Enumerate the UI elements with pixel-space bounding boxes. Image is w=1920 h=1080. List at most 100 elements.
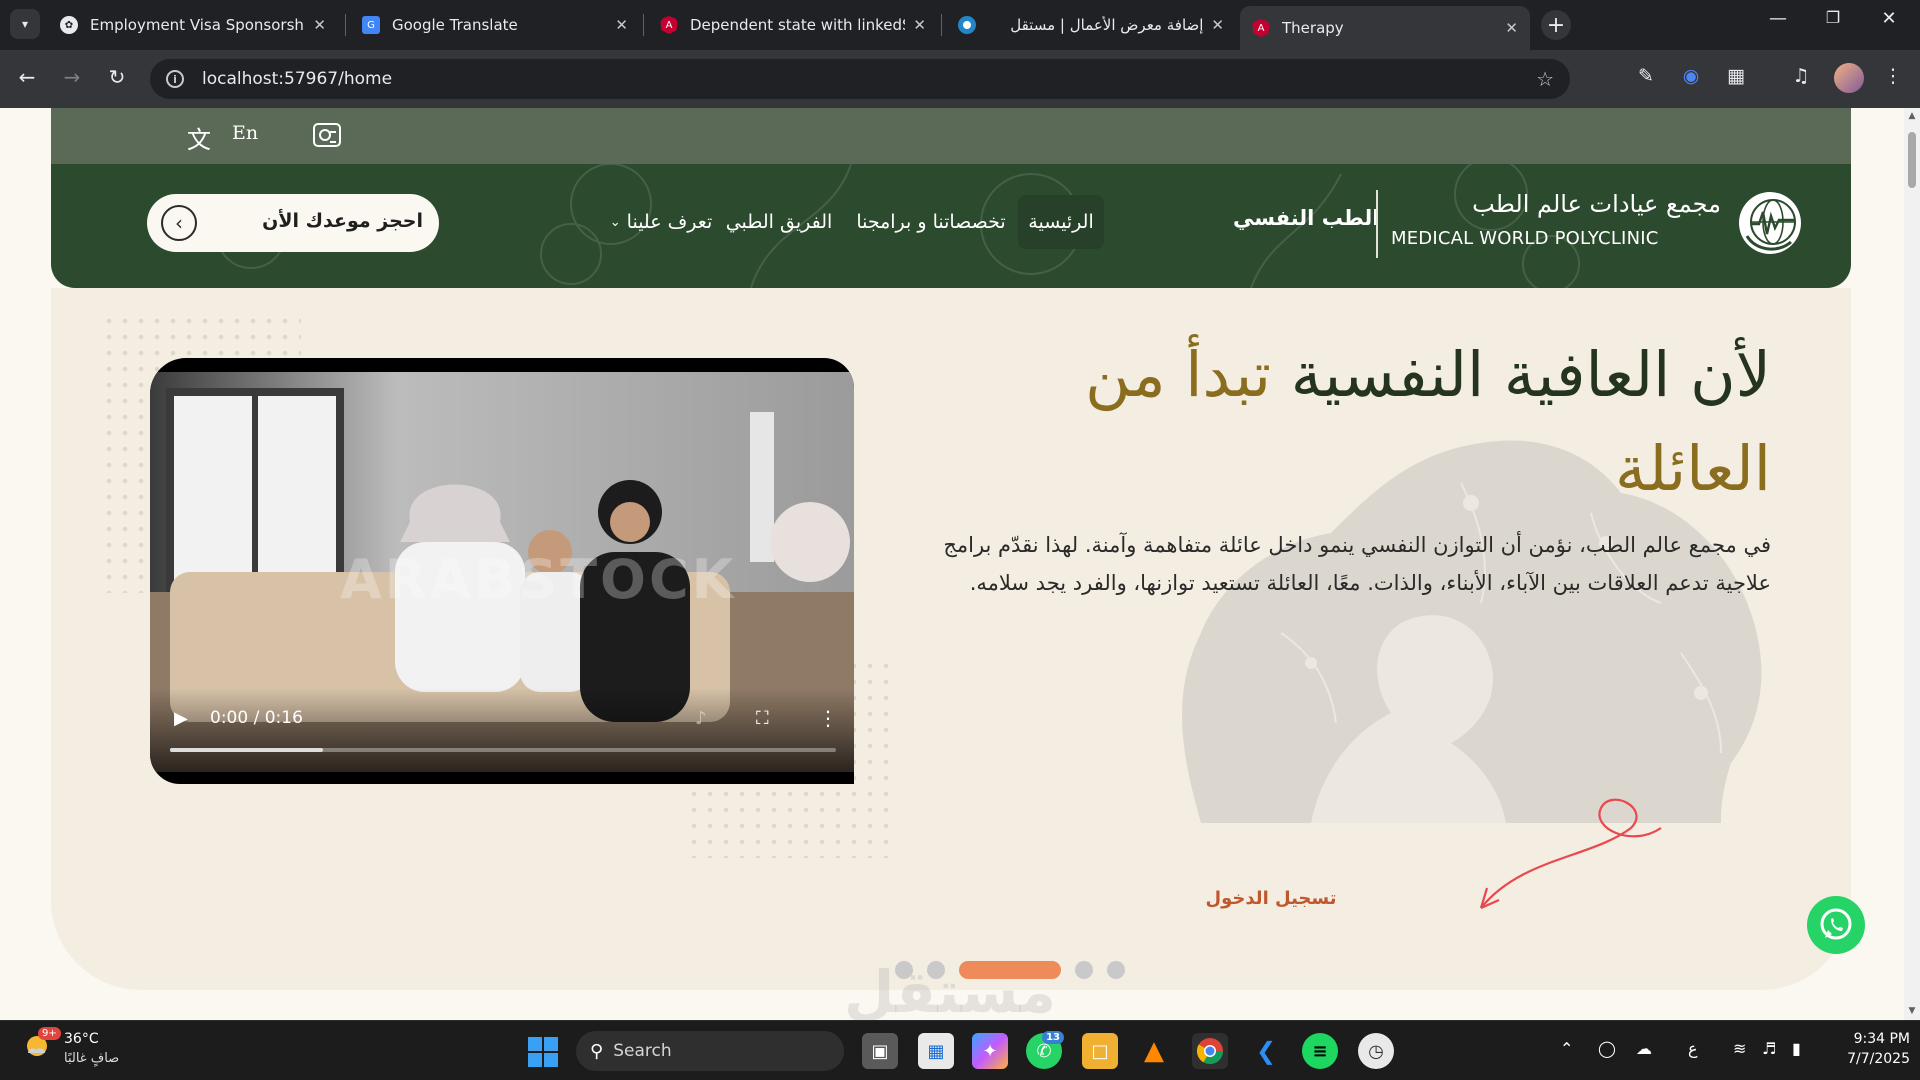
- extensions-puzzle-icon[interactable]: ▦: [1721, 65, 1751, 87]
- battery-icon[interactable]: ▮: [1792, 1039, 1801, 1058]
- vlc-icon[interactable]: ▲: [1136, 1033, 1172, 1069]
- weather-description[interactable]: صافٍ غالبًا: [64, 1051, 119, 1066]
- close-icon[interactable]: ✕: [1211, 16, 1224, 34]
- video-controls: ▶ 0:00 / 0:16 ♪ ⛶ ⋮: [150, 688, 854, 772]
- taskbar-search-box[interactable]: ⚲ Search: [576, 1031, 844, 1071]
- google-translate-icon: G: [362, 16, 380, 34]
- profile-avatar[interactable]: [1834, 63, 1864, 93]
- new-tab-button[interactable]: +: [1541, 10, 1571, 40]
- tab-title: Therapy: [1282, 19, 1344, 37]
- chevron-down-icon: ⌄: [609, 214, 621, 230]
- tab-mostaql[interactable]: إضافة معرض الأعمال | مستقل ✕: [946, 6, 1236, 44]
- site-info-icon[interactable]: i: [166, 70, 184, 88]
- onedrive-icon[interactable]: ☁: [1636, 1039, 1652, 1058]
- copilot-icon[interactable]: ✦: [972, 1033, 1008, 1069]
- media-controls-icon[interactable]: ♫: [1786, 65, 1816, 87]
- close-icon[interactable]: ✕: [1505, 19, 1518, 37]
- weather-alert-badge: 9+: [38, 1027, 61, 1040]
- tab-title: Employment Visa Sponsorship: [90, 16, 306, 34]
- close-icon[interactable]: ✕: [313, 16, 326, 34]
- stock-watermark: ARABSTOCK: [340, 548, 737, 611]
- bookmark-star-icon[interactable]: ☆: [1536, 67, 1554, 91]
- tray-chevron-up-icon[interactable]: ⌃: [1560, 1039, 1573, 1058]
- wifi-icon[interactable]: ≋: [1733, 1039, 1746, 1058]
- page-scrollbar[interactable]: ▲ ▼: [1904, 108, 1920, 1020]
- nav-home-active[interactable]: الرئيسية: [1018, 195, 1104, 249]
- chrome-logo: [1196, 1038, 1224, 1065]
- browser-tab-bar: ▾ ✿ Employment Visa Sponsorship ✕ G Goog…: [0, 0, 1920, 50]
- tab-title: إضافة معرض الأعمال | مستقل: [1010, 16, 1204, 34]
- video-seek-bar[interactable]: [170, 748, 836, 752]
- tab-employment-visa[interactable]: ✿ Employment Visa Sponsorship ✕: [48, 6, 338, 44]
- fullscreen-icon[interactable]: ⛶: [756, 708, 769, 729]
- brand-name-arabic: مجمع عيادات عالم الطب: [1472, 190, 1721, 218]
- tab-dependent-state[interactable]: A Dependent state with linkedSig ✕: [648, 6, 938, 44]
- vscode-icon[interactable]: ❮: [1248, 1033, 1284, 1069]
- nav-specialties[interactable]: تخصصاتنا و برامجنا: [846, 195, 1016, 249]
- openai-icon: ✿: [60, 16, 78, 34]
- close-icon[interactable]: ✕: [913, 16, 926, 34]
- back-arrow-icon[interactable]: ←: [12, 65, 42, 89]
- kebab-menu-icon[interactable]: ⋮: [818, 706, 838, 730]
- close-icon[interactable]: ✕: [615, 16, 628, 34]
- top-utility-bar: 文 En: [51, 108, 1851, 164]
- whatsapp-chat-button[interactable]: [1807, 896, 1865, 954]
- reload-icon[interactable]: ↻: [102, 65, 132, 89]
- mostaql-icon: [958, 16, 976, 34]
- address-url[interactable]: localhost:57967/home: [202, 69, 392, 89]
- windows-taskbar: 9+ 36°C صافٍ غالبًا ⚲ Search ▣ ▦ ✦ ✆ 13 □…: [0, 1020, 1920, 1080]
- scroll-down-arrow-icon[interactable]: ▼: [1907, 1006, 1917, 1016]
- angular-icon: A: [1252, 19, 1270, 37]
- tab-title: Dependent state with linkedSig: [690, 16, 906, 34]
- eyedropper-extension-icon[interactable]: ✎: [1631, 65, 1661, 87]
- video-time: 0:00 / 0:16: [210, 708, 303, 728]
- volume-icon[interactable]: ♪: [695, 708, 707, 729]
- nav-medical-team[interactable]: الفريق الطبي: [714, 195, 844, 249]
- brand-globe-logo-icon[interactable]: [1737, 190, 1803, 256]
- hero-video-player[interactable]: ARABSTOCK ▶ 0:00 / 0:16 ♪ ⛶ ⋮: [150, 358, 854, 784]
- input-language-indicator[interactable]: ع: [1688, 1039, 1698, 1058]
- taskbar-date[interactable]: 7/7/2025: [1834, 1051, 1910, 1067]
- hero-title-main: لأن العافية النفسية: [1290, 338, 1771, 411]
- tab-google-translate[interactable]: G Google Translate ✕: [350, 6, 640, 44]
- contact-card-icon[interactable]: [313, 123, 341, 147]
- language-toggle[interactable]: En: [232, 122, 258, 144]
- curved-arrow-decoration: [1479, 798, 1662, 910]
- file-explorer-icon[interactable]: □: [1082, 1033, 1118, 1069]
- translate-icon[interactable]: 文: [187, 120, 211, 155]
- whatsapp-app-icon[interactable]: ✆ 13: [1026, 1031, 1064, 1069]
- windows-start-icon[interactable]: [528, 1037, 558, 1067]
- login-link[interactable]: تسجيل الدخول: [1171, 888, 1371, 909]
- scroll-thumb[interactable]: [1908, 132, 1916, 188]
- spotify-icon[interactable]: ≡: [1302, 1033, 1338, 1069]
- extension-circle-icon[interactable]: ◉: [1676, 65, 1706, 87]
- window-close-icon[interactable]: ✕: [1869, 8, 1909, 29]
- hero-section: ARABSTOCK ▶ 0:00 / 0:16 ♪ ⛶ ⋮ لأن العافي…: [51, 288, 1851, 990]
- clock-app-icon[interactable]: ◷: [1358, 1033, 1394, 1069]
- mostaql-watermark: مستقل: [843, 958, 1057, 1020]
- weather-temperature[interactable]: 36°C: [64, 1031, 99, 1047]
- play-icon[interactable]: ▶: [174, 708, 188, 729]
- brand-divider: [1376, 190, 1378, 258]
- whatsapp-icon: [1820, 908, 1852, 940]
- task-view-icon[interactable]: ▣: [862, 1033, 898, 1069]
- scroll-up-arrow-icon[interactable]: ▲: [1907, 111, 1917, 121]
- kebab-menu-icon[interactable]: ⋮: [1878, 65, 1908, 87]
- microsoft-store-icon[interactable]: ▦: [918, 1033, 954, 1069]
- tray-app-icon[interactable]: ◯: [1598, 1039, 1616, 1058]
- address-bar[interactable]: i localhost:57967/home ☆: [150, 59, 1570, 99]
- taskbar-time[interactable]: 9:34 PM: [1834, 1031, 1910, 1047]
- minimize-icon[interactable]: —: [1758, 8, 1798, 29]
- brand-department: الطب النفسي: [1233, 206, 1380, 230]
- forward-arrow-icon[interactable]: →: [57, 65, 87, 89]
- slider-dot[interactable]: [1107, 961, 1125, 979]
- restore-icon[interactable]: ❐: [1813, 8, 1853, 27]
- tab-separator: [643, 14, 644, 36]
- volume-icon[interactable]: ♬: [1762, 1039, 1776, 1058]
- book-appointment-button[interactable]: ‹ احجز موعدك الأن: [147, 194, 439, 252]
- whatsapp-unread-badge: 13: [1042, 1031, 1064, 1044]
- tab-search-chevron-icon[interactable]: ▾: [10, 9, 40, 39]
- tab-therapy-active[interactable]: A Therapy ✕: [1240, 6, 1530, 50]
- taskbar-search-label: Search: [613, 1041, 672, 1061]
- chrome-icon[interactable]: [1192, 1033, 1228, 1069]
